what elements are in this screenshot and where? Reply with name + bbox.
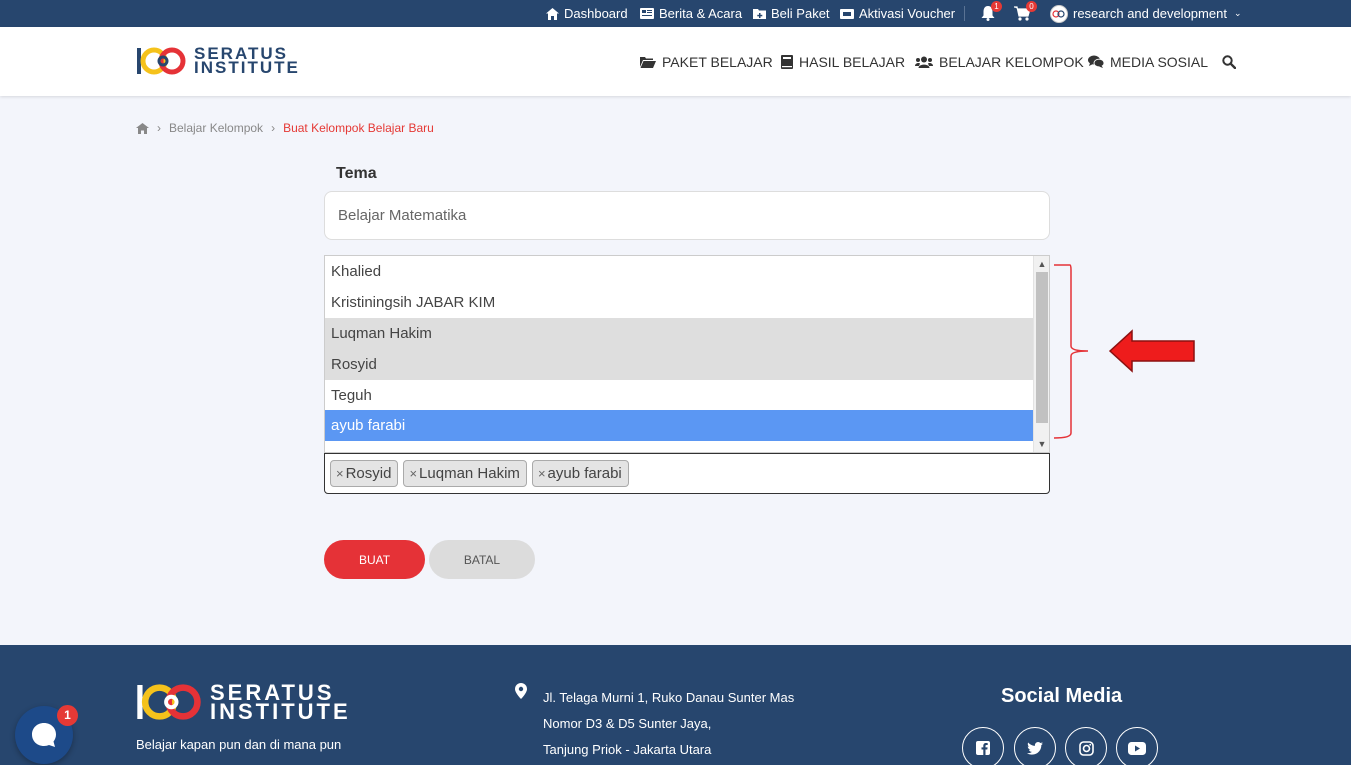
user-menu[interactable]: research and development ⌄ <box>1050 0 1241 27</box>
member-tag: × Luqman Hakim <box>403 460 527 487</box>
top-bar: Dashboard Berita & Acara Beli Paket Akti… <box>0 0 1351 27</box>
member-tag-label: Rosyid <box>345 465 392 482</box>
brand-name: SERATUS INSTITUTE <box>194 45 300 77</box>
dashboard-link[interactable]: Dashboard <box>546 0 628 27</box>
list-item[interactable]: Khalied <box>325 256 1034 287</box>
list-item[interactable]: ayub farabi <box>325 410 1034 441</box>
batal-button[interactable]: BATAL <box>429 540 535 579</box>
newspaper-icon <box>640 8 654 19</box>
footer-brand-name: SERATUS INSTITUTE <box>210 682 351 724</box>
member-tag-label: Luqman Hakim <box>419 465 520 482</box>
beli-paket-link[interactable]: Beli Paket <box>753 0 830 27</box>
scroll-up-icon[interactable]: ▲ <box>1034 256 1049 272</box>
users-icon <box>915 56 933 68</box>
address-line: Nomor D3 & D5 Sunter Jaya, <box>543 716 712 731</box>
aktivasi-voucher-link[interactable]: Aktivasi Voucher <box>840 0 955 27</box>
nav-hasil-label: HASIL BELAJAR <box>799 53 906 70</box>
scroll-down-icon[interactable]: ▼ <box>1034 436 1049 452</box>
list-item[interactable]: Kristiningsih JABAR KIM <box>325 287 1034 318</box>
chat-unread-badge: 1 <box>57 705 78 726</box>
home-icon[interactable] <box>136 122 149 134</box>
nav-belajar-kelompok[interactable]: BELAJAR KELOMPOK <box>915 27 1084 96</box>
member-multiselect-list[interactable]: Khalied Kristiningsih JABAR KIM Luqman H… <box>324 255 1050 453</box>
list-item[interactable]: Luqman Hakim <box>325 318 1034 349</box>
remove-tag-icon[interactable]: × <box>336 466 344 481</box>
brand-logo[interactable]: SERATUS INSTITUTE <box>136 45 300 77</box>
brand-line2: INSTITUTE <box>194 58 300 77</box>
nav-media-label: MEDIA SOSIAL <box>1110 53 1209 70</box>
breadcrumb: › Belajar Kelompok › Buat Kelompok Belaj… <box>136 121 434 135</box>
breadcrumb-separator: › <box>157 121 161 135</box>
home-icon <box>546 7 559 20</box>
list-scrollbar[interactable]: ▲ ▼ <box>1033 256 1049 452</box>
selected-members-box[interactable]: × Rosyid × Luqman Hakim × ayub farabi <box>324 453 1050 494</box>
footer-address: Jl. Telaga Murni 1, Ruko Danau Sunter Ma… <box>543 685 794 763</box>
address-line: Tanjung Priok - Jakarta Utara <box>543 742 712 757</box>
seratus-logo-icon <box>1052 9 1065 18</box>
user-name: research and development <box>1073 6 1227 21</box>
folder-plus-icon <box>753 9 766 19</box>
avatar <box>1050 4 1068 23</box>
instagram-icon <box>1078 740 1094 756</box>
berita-link[interactable]: Berita & Acara <box>640 0 742 27</box>
search-button[interactable] <box>1222 27 1236 96</box>
member-tag: × ayub farabi <box>531 460 629 487</box>
aktivasi-voucher-label: Aktivasi Voucher <box>859 6 956 21</box>
facebook-button[interactable] <box>962 727 1004 765</box>
brand-line2: INSTITUTE <box>210 699 351 724</box>
seratus-logo-icon <box>137 47 186 75</box>
address-line: Jl. Telaga Murni 1, Ruko Danau Sunter Ma… <box>543 690 795 705</box>
scroll-thumb[interactable] <box>1036 272 1048 423</box>
berita-label: Berita & Acara <box>659 6 743 21</box>
buat-button[interactable]: BUAT <box>324 540 425 579</box>
list-item[interactable]: Rosyid <box>325 349 1034 380</box>
nav-media-sosial[interactable]: MEDIA SOSIAL <box>1088 27 1208 96</box>
nav-hasil-belajar[interactable]: HASIL BELAJAR <box>781 27 905 96</box>
book-icon <box>781 54 793 69</box>
breadcrumb-current: Buat Kelompok Belajar Baru <box>283 121 434 135</box>
notifications-button[interactable]: 1 <box>981 0 1002 27</box>
member-tag: × Rosyid <box>330 460 399 487</box>
folder-open-icon <box>640 56 656 68</box>
remove-tag-icon[interactable]: × <box>538 466 546 481</box>
nav-kelompok-label: BELAJAR KELOMPOK <box>939 53 1084 70</box>
tema-label: Tema <box>336 165 377 182</box>
footer-logo: SERATUS INSTITUTE <box>136 681 351 723</box>
cart-button[interactable]: 0 <box>1014 0 1038 27</box>
facebook-icon <box>976 741 990 755</box>
member-tag-label: ayub farabi <box>547 465 622 482</box>
chevron-down-icon: ⌄ <box>1233 8 1242 18</box>
youtube-icon <box>1128 741 1146 755</box>
search-icon <box>1222 54 1236 69</box>
nav-paket-label: PAKET BELAJAR <box>662 53 773 70</box>
map-pin-icon <box>515 683 527 699</box>
youtube-button[interactable] <box>1116 727 1158 765</box>
list-item-partial[interactable] <box>325 441 1034 452</box>
social-media-title: Social Media <box>1001 685 1123 707</box>
list-item[interactable]: Teguh <box>325 380 1034 411</box>
remove-tag-icon[interactable]: × <box>409 466 417 481</box>
twitter-button[interactable] <box>1014 727 1056 765</box>
chat-icon <box>32 723 56 747</box>
annotation-bracket <box>1053 264 1089 439</box>
comments-icon <box>1088 55 1104 68</box>
notification-count-badge: 1 <box>991 1 1002 12</box>
dashboard-label: Dashboard <box>564 6 628 21</box>
main-header: SERATUS INSTITUTE PAKET BELAJAR HASIL BE… <box>0 27 1351 96</box>
annotation-arrow-icon <box>1108 329 1195 373</box>
twitter-icon <box>1027 741 1043 755</box>
cart-count-badge: 0 <box>1026 1 1037 12</box>
topbar-divider <box>964 6 965 21</box>
nav-paket-belajar[interactable]: PAKET BELAJAR <box>640 27 773 96</box>
footer-tagline: Belajar kapan pun dan di mana pun <box>136 737 342 752</box>
instagram-button[interactable] <box>1065 727 1107 765</box>
ticket-icon <box>840 8 854 19</box>
tema-input[interactable] <box>324 191 1050 240</box>
breadcrumb-separator: › <box>271 121 276 135</box>
seratus-logo-icon <box>137 684 201 720</box>
breadcrumb-belajar-kelompok[interactable]: Belajar Kelompok <box>169 121 263 135</box>
beli-paket-label: Beli Paket <box>771 6 830 21</box>
footer: SERATUS INSTITUTE Belajar kapan pun dan … <box>0 645 1351 765</box>
